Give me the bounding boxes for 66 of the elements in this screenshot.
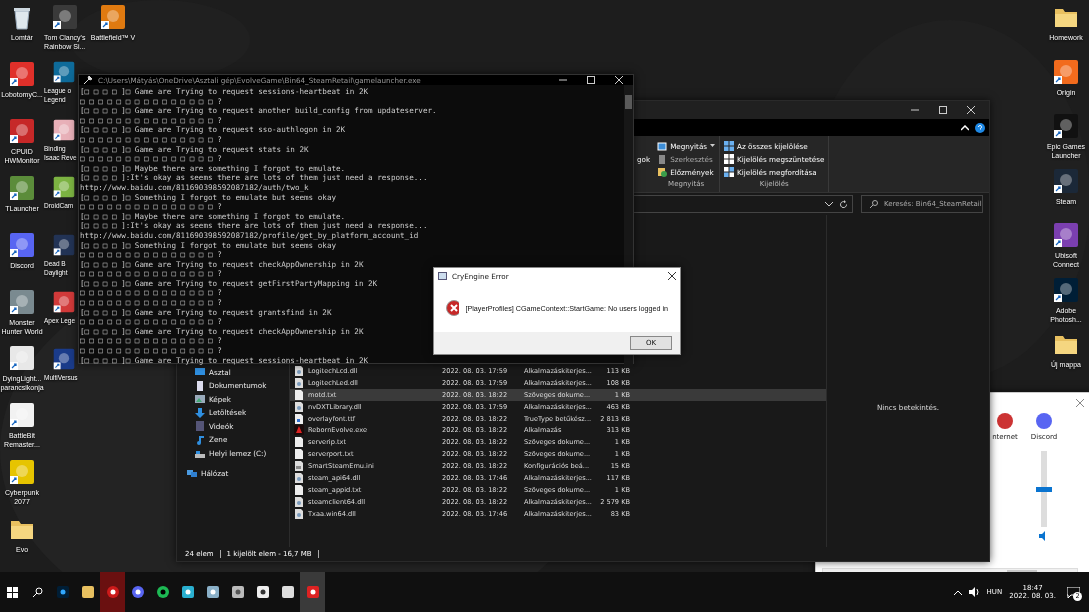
app-icon	[1052, 166, 1080, 195]
slider-thumb[interactable]	[1036, 486, 1052, 492]
close-icon[interactable]	[668, 272, 676, 280]
gear-file-icon	[294, 508, 304, 519]
search-icon	[870, 200, 878, 208]
grid-icon	[724, 167, 735, 177]
error-icon	[446, 300, 460, 316]
app-icon	[8, 116, 36, 145]
gear-file-icon	[294, 401, 304, 412]
document-icon	[657, 154, 668, 164]
app-icon	[1036, 413, 1052, 429]
film-icon	[195, 421, 205, 432]
message-icon	[1066, 586, 1080, 598]
picture-icon	[195, 394, 205, 405]
app-icon	[8, 59, 36, 88]
drive-icon	[195, 448, 205, 459]
text-file-icon	[294, 484, 304, 495]
text-file-icon	[294, 389, 304, 400]
font-file-icon	[294, 413, 304, 424]
app-icon	[52, 60, 76, 85]
minimize-icon[interactable]	[559, 76, 567, 84]
search-icon	[32, 587, 43, 597]
folder-clock-icon	[657, 167, 668, 177]
music-note-icon	[195, 434, 205, 445]
app-icon	[8, 173, 36, 202]
window-icon	[657, 141, 668, 151]
app-icon	[1052, 221, 1080, 249]
download-arrow-icon	[195, 407, 205, 418]
caret-icon	[710, 144, 716, 148]
gear-file-icon	[294, 496, 304, 507]
app-icon	[1052, 57, 1080, 86]
tile-icon	[205, 585, 220, 599]
gear-file-icon	[294, 377, 304, 388]
app-icon	[8, 458, 36, 487]
app-icon	[997, 413, 1013, 429]
chevron-up-icon[interactable]	[953, 589, 962, 595]
app-icon	[99, 3, 127, 31]
text-file-icon	[294, 437, 304, 448]
document-icon	[195, 380, 205, 391]
app-icon	[294, 425, 304, 436]
app-icon	[8, 287, 36, 316]
gear-file-icon	[294, 365, 304, 376]
text-file-icon	[294, 449, 304, 460]
app-icon	[1052, 112, 1080, 140]
monitor-icon	[195, 367, 205, 377]
app-icon	[438, 272, 447, 280]
speaker-icon[interactable]	[968, 587, 980, 597]
grid-icon	[724, 141, 735, 151]
refresh-icon[interactable]	[839, 199, 848, 209]
app-icon	[52, 347, 76, 372]
help-icon[interactable]	[975, 122, 985, 133]
app-icon	[8, 230, 36, 259]
chevron-up-icon[interactable]	[961, 124, 969, 131]
app-icon	[50, 3, 79, 31]
maximize-icon[interactable]	[939, 106, 947, 114]
app-icon	[1052, 275, 1080, 304]
app-icon	[8, 344, 36, 373]
gear-file-icon	[294, 472, 304, 483]
config-file-icon	[294, 461, 304, 472]
chevron-down-icon[interactable]	[825, 201, 833, 207]
network-icon	[187, 468, 197, 479]
app-icon	[8, 401, 36, 430]
grid-icon	[724, 154, 735, 164]
minimize-icon[interactable]	[911, 106, 919, 114]
windows-logo-icon	[7, 586, 18, 598]
maximize-icon[interactable]	[587, 76, 595, 84]
